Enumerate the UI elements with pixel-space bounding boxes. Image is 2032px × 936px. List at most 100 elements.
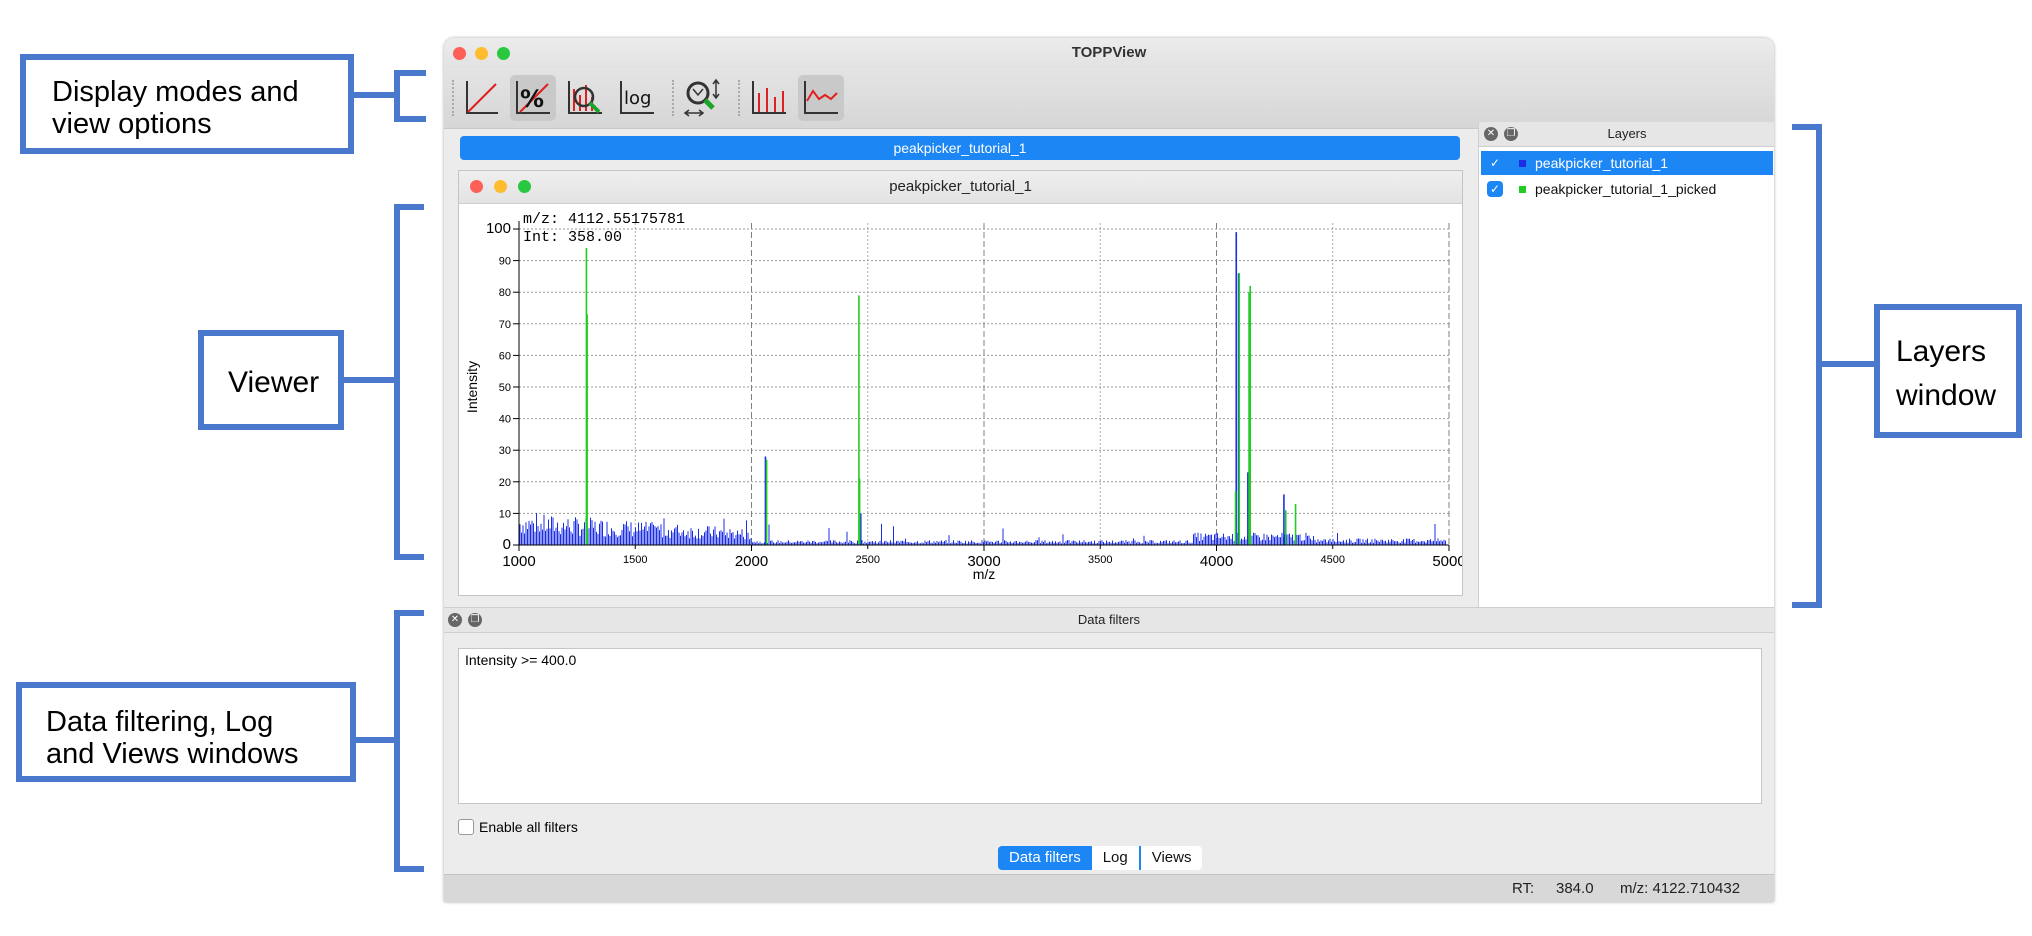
- callout-connector-layers: [1822, 361, 1874, 367]
- data-filters-title: Data filters: [1077, 612, 1141, 627]
- x-tick-label: 3500: [1088, 554, 1112, 566]
- enable-all-filters-label: Enable all filters: [479, 819, 578, 835]
- callout-data-filtering-text: Data filtering, Log and Views windows: [46, 706, 299, 770]
- title-bar: TOPPView: [444, 38, 1774, 68]
- layers-title: Layers: [1607, 126, 1647, 141]
- callout-layers-text: Layers window: [1896, 335, 1997, 412]
- y-axis-label: Intensity: [464, 361, 480, 413]
- x-axis-label: m/z: [973, 566, 996, 582]
- bracket-data-filtering: [394, 610, 424, 872]
- viewer-zoom-button[interactable]: [518, 180, 531, 193]
- toolbar: % log: [444, 68, 1774, 129]
- zoom-button[interactable]: [680, 75, 726, 121]
- viewer-title: peakpicker_tutorial_1: [889, 178, 1032, 195]
- status-bar: RT: 384.0 m/z: 4122.710432: [444, 874, 1774, 902]
- layer-item-2[interactable]: ✓ peakpicker_tutorial_1_picked: [1481, 177, 1773, 201]
- spectrum-viewer[interactable]: peakpicker_tutorial_1 0 10 20 30 40 50 60 70 80 9…: [458, 170, 1463, 596]
- snap-to-max-icon: [568, 81, 602, 114]
- zoom-window-button[interactable]: [497, 47, 510, 60]
- callout-layers: Layers window: [1874, 304, 2022, 438]
- log-intensity-button[interactable]: log: [614, 75, 660, 121]
- callout-viewer: Viewer: [198, 330, 344, 430]
- peaks-mode-button[interactable]: [746, 75, 792, 121]
- x-tick-label: 2500: [856, 554, 880, 566]
- status-mz: m/z: 4122.710432: [1620, 880, 1741, 897]
- percentage-intensity-button[interactable]: %: [510, 75, 556, 121]
- toppview-window: TOPPView % log peakpicker_tutorial_1 pea…: [444, 38, 1774, 902]
- callout-viewer-text: Viewer: [228, 366, 320, 399]
- tab-log[interactable]: Log: [1091, 846, 1141, 870]
- layer-name: peakpicker_tutorial_1_picked: [1535, 181, 1717, 197]
- snap-to-max-button[interactable]: [562, 75, 608, 121]
- enable-all-filters[interactable]: Enable all filters: [458, 818, 578, 836]
- close-icon[interactable]: ✕: [1484, 127, 1498, 141]
- y-tick-label: 40: [499, 414, 511, 426]
- log-intensity-icon: log: [620, 81, 654, 114]
- raw-mode-button[interactable]: [798, 75, 844, 121]
- bracket-layers: [1792, 124, 1822, 608]
- bracket-display-modes: [394, 70, 426, 122]
- window-title: TOPPView: [1071, 44, 1147, 61]
- filter-item[interactable]: Intensity >= 400.0: [465, 652, 1755, 668]
- y-tick-label: 90: [499, 256, 511, 268]
- layers-dock: ✕ ❐ Layers ✓ peakpicker_tutorial_1 ✓ pea…: [1478, 122, 1774, 647]
- enable-all-filters-checkbox[interactable]: [458, 819, 474, 835]
- y-tick-label: 0: [503, 536, 511, 553]
- minimize-window-button[interactable]: [475, 47, 488, 60]
- x-tick-label: 4000: [1200, 553, 1233, 570]
- data-filters-header: ✕ ❐ Data filters: [444, 608, 1774, 633]
- callout-connector-viewer: [344, 377, 394, 383]
- close-window-button[interactable]: [453, 47, 466, 60]
- x-tick-label: 1500: [623, 554, 647, 566]
- toolbar-separator-1: [672, 80, 674, 116]
- callout-data-filtering: Data filtering, Log and Views windows: [16, 682, 356, 782]
- y-tick-label: 80: [499, 287, 511, 299]
- y-tick-label: 20: [499, 477, 511, 489]
- cursor-int-readout: Int: 358.00: [523, 229, 622, 246]
- layer-name: peakpicker_tutorial_1: [1535, 155, 1669, 171]
- tab-data-filters[interactable]: Data filters: [998, 846, 1092, 870]
- callout-display-modes: Display modes and view options: [20, 54, 354, 154]
- undock-icon[interactable]: ❐: [468, 613, 482, 627]
- undock-icon[interactable]: ❐: [1504, 127, 1518, 141]
- layer-item-1[interactable]: ✓ peakpicker_tutorial_1: [1481, 151, 1773, 175]
- layers-dock-header: ✕ ❐ Layers: [1479, 122, 1774, 147]
- layer-checkbox[interactable]: ✓: [1487, 181, 1503, 197]
- spectrum-chart[interactable]: 01020304050607080901001000 2000 3000 4000 50…: [459, 203, 1462, 595]
- callout-display-modes-text: Display modes and view options: [52, 76, 299, 140]
- viewer-close-button[interactable]: [470, 180, 483, 193]
- svg-text:log: log: [624, 88, 651, 109]
- filter-list[interactable]: Intensity >= 400.0: [458, 648, 1762, 804]
- viewer-title-bar: peakpicker_tutorial_1: [459, 171, 1462, 204]
- status-rt-value: 384.0: [1556, 880, 1594, 897]
- linear-intensity-button[interactable]: [458, 75, 504, 121]
- status-rt-label: RT:: [1512, 880, 1535, 897]
- spectrum-tab[interactable]: peakpicker_tutorial_1: [460, 136, 1460, 160]
- y-tick-label: 60: [499, 350, 511, 362]
- x-tick-label: 5000: [1432, 553, 1462, 570]
- layer-color-swatch: [1519, 186, 1526, 193]
- linear-intensity-icon: [466, 81, 498, 114]
- svg-text:%: %: [520, 85, 544, 113]
- toolbar-handle[interactable]: [452, 80, 454, 116]
- percentage-intensity-icon: %: [516, 81, 550, 114]
- y-tick-label: 50: [499, 382, 511, 394]
- cursor-mz-readout: m/z: 4112.55175781: [523, 211, 685, 228]
- y-tick-label: 100: [486, 220, 511, 237]
- peaks-mode-icon: [752, 81, 786, 114]
- callout-connector-filtering: [356, 737, 394, 743]
- y-tick-label: 70: [499, 319, 511, 331]
- layer-color-swatch: [1519, 160, 1526, 167]
- spectrum-tab-label: peakpicker_tutorial_1: [893, 140, 1027, 156]
- close-icon[interactable]: ✕: [448, 613, 462, 627]
- callout-connector-display: [354, 92, 394, 98]
- layer-checkbox[interactable]: ✓: [1487, 155, 1503, 171]
- tab-views[interactable]: Views: [1140, 846, 1203, 870]
- x-tick-label: 4500: [1321, 554, 1345, 566]
- zoom-icon: [683, 78, 720, 117]
- data-filters-dock: ✕ ❐ Data filters Intensity >= 400.0 Enab…: [444, 607, 1774, 853]
- x-tick-label: 1000: [502, 553, 535, 570]
- raw-mode-icon: [804, 81, 838, 114]
- viewer-minimize-button[interactable]: [494, 180, 507, 193]
- toolbar-separator-2: [738, 80, 740, 116]
